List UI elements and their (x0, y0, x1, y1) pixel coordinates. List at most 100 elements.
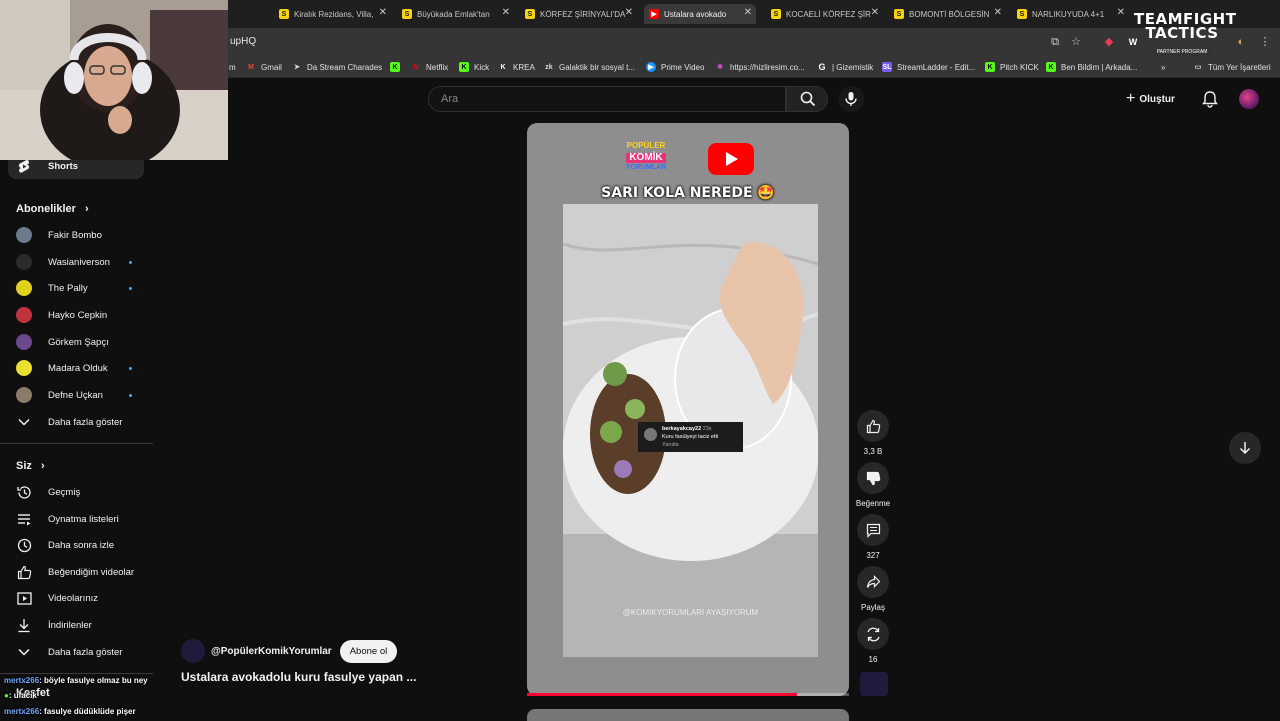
bookmark-item[interactable]: K (390, 60, 405, 74)
sidebar-item-label: Oynatma listeleri (48, 513, 119, 525)
dislike-button[interactable]: Beğenme (849, 462, 897, 508)
like-button[interactable]: 3,3 B (857, 410, 889, 456)
bookmark-item[interactable]: SL StreamLadder - Edit... (882, 60, 975, 74)
voice-search-button[interactable] (838, 86, 864, 112)
sidebar-item-channel[interactable]: Defne Uçkan (8, 382, 144, 408)
sidebar-item-playlists[interactable]: Oynatma listeleri (8, 506, 144, 532)
comments-button[interactable]: 327 (857, 514, 889, 560)
account-avatar[interactable] (1239, 89, 1259, 109)
close-icon[interactable]: ✕ (502, 7, 510, 18)
short-title[interactable]: Ustalara avokadolu kuru fasulye yapan ..… (181, 670, 416, 684)
all-bookmarks-folder[interactable]: ▭ Tüm Yer İşaretleri (1193, 60, 1271, 74)
sidebar-item-history[interactable]: Geçmiş (8, 479, 144, 505)
shorts-icon (16, 158, 32, 174)
bookmark-item[interactable]: N Netflix (411, 60, 448, 74)
bookmark-star-icon[interactable]: ☆ (1068, 34, 1084, 50)
chevron-right-icon: › (84, 203, 89, 215)
extension-icon[interactable]: ◆ (1101, 34, 1117, 50)
you-heading[interactable]: Siz › (16, 460, 45, 472)
bookmark-item[interactable]: K Ben Bildim | Arkada... (1046, 60, 1137, 74)
sidebar-item-watch-later[interactable]: Daha sonra izle (8, 532, 144, 558)
channel-name[interactable]: @PopülerKomikYorumlar (211, 646, 332, 657)
subscriptions-heading[interactable]: Abonelikler › (16, 203, 89, 215)
browser-tab[interactable]: S Kiralık Rezidans, Villa, ✕ (279, 4, 387, 24)
browser-tab[interactable]: S NARLIKUYUDA 4+1 ✕ (1017, 4, 1125, 24)
next-short-button[interactable] (1229, 432, 1261, 464)
show-more-you-button[interactable]: Daha fazla göster (8, 639, 144, 665)
close-icon[interactable]: ✕ (871, 7, 879, 18)
bookmark-item[interactable]: ➤ Da Stream Charades (292, 60, 382, 74)
bookmark-item[interactable]: K Kick (459, 60, 489, 74)
close-icon[interactable]: ✕ (625, 7, 633, 18)
profile-icon[interactable]: ◐ (1233, 34, 1249, 50)
channel-avatar[interactable] (181, 639, 205, 663)
tab-label: BOMONTİ BÖLGESİN (909, 9, 990, 19)
browser-tab-active[interactable]: ▶ Ustalara avokado ✕ (644, 4, 756, 24)
popular-funny-comments-logo: POPÜLER KOMİK YORUMLAR (617, 141, 675, 175)
kebab-menu-icon[interactable]: ⋮ (1257, 34, 1273, 50)
search-button[interactable] (786, 86, 828, 112)
teamfight-tactics-badge: TEAMFIGHT TACTICS PARTNER PROGRAM (1134, 12, 1236, 58)
url-text[interactable]: upHQ (230, 36, 256, 47)
channel-name: Hayko Cepkin (48, 309, 108, 321)
browser-tab[interactable]: S BOMONTİ BÖLGESİN ✕ (894, 4, 1002, 24)
bookmark-item[interactable]: K Pitch KICK (985, 60, 1039, 74)
sidebar-item-channel[interactable]: Wasianiverson (8, 249, 144, 275)
channel-name: Defne Uçkan (48, 389, 103, 401)
search-input[interactable]: Ara (428, 86, 786, 112)
history-icon (16, 484, 32, 500)
notifications-button[interactable] (1202, 90, 1218, 113)
sidebar-item-label: Daha fazla göster (48, 416, 123, 428)
browser-tab[interactable]: S Büyükada Emlak'tan ✕ (402, 4, 510, 24)
your-videos-icon (16, 590, 32, 606)
sidebar-item-label: Geçmiş (48, 486, 81, 498)
browser-tab[interactable]: S KOCAELİ KÖRFEZ ŞİR ✕ (771, 4, 879, 24)
sidebar-item-downloads[interactable]: İndirilenler (8, 612, 144, 638)
show-more-subscriptions-button[interactable]: Daha fazla göster (8, 409, 144, 435)
shorts-video-player[interactable]: POPÜLER KOMİK YORUMLAR SARI KOLA NEREDE … (527, 123, 849, 696)
bookmark-item[interactable]: ✱ https://hizliresim.co... (715, 60, 805, 74)
sidebar-item-channel[interactable]: Madara Olduk (8, 355, 144, 381)
create-button[interactable]: + Oluştur (1126, 88, 1175, 110)
bookmark-label: KREA (513, 62, 535, 72)
brand-line: YORUMLAR (625, 164, 667, 171)
sound-thumbnail[interactable] (860, 672, 888, 696)
close-icon[interactable]: ✕ (379, 7, 387, 18)
comment-time: 23s (702, 426, 712, 432)
close-icon[interactable]: ✕ (994, 7, 1002, 18)
chat-text: : fasulye düdüklüde pişer (39, 707, 136, 716)
browser-tab[interactable]: S KÖRFEZ ŞİRİNYALI'DA ✕ (525, 4, 633, 24)
bookmark-item[interactable]: G | Gizemistik (817, 60, 873, 74)
chevron-down-icon (16, 644, 32, 660)
tab-label: Ustalara avokado (664, 9, 727, 19)
youtube-logo-icon (708, 143, 754, 175)
install-app-icon[interactable]: ⧉ (1047, 34, 1063, 50)
bookmark-item[interactable]: ▶ Prime Video (646, 60, 704, 74)
bookmark-item[interactable]: M Gmail (246, 60, 282, 74)
close-icon[interactable]: ✕ (1117, 7, 1125, 18)
bookmark-item[interactable]: zk Galaktik bir sosyal t... (544, 60, 635, 74)
sidebar-item-channel[interactable]: Hayko Cepkin (8, 302, 144, 328)
chevron-right-icon: » (1161, 62, 1166, 72)
bookmark-item[interactable]: K KREA (498, 60, 535, 74)
webcam-overlay (0, 0, 228, 160)
sidebar-item-channel[interactable]: Görkem Şapçı (8, 329, 144, 355)
bookmarks-overflow-button[interactable]: » (1161, 60, 1165, 74)
subscribe-button[interactable]: Abone ol (339, 639, 398, 663)
remix-button[interactable]: 16 (857, 618, 889, 664)
channel-name: Wasianiverson (48, 256, 110, 268)
you-heading-label: Siz (16, 460, 32, 472)
sidebar-item-liked-videos[interactable]: Beğendiğim videolar (8, 559, 144, 585)
sidebar-item-channel[interactable]: Fakir Bombo (8, 222, 144, 248)
google-icon: G (818, 62, 826, 72)
hizliresim-icon: ✱ (717, 64, 723, 71)
share-button[interactable]: Paylaş (857, 566, 889, 612)
close-icon[interactable]: ✕ (744, 7, 752, 18)
sidebar-item-channel[interactable]: The Pally (8, 275, 144, 301)
sidebar-item-label: Daha sonra izle (48, 539, 115, 551)
comment-user: berkayakcay22 (662, 426, 702, 432)
video-progress-bar[interactable] (527, 693, 849, 696)
next-short-preview[interactable] (527, 709, 849, 721)
bookmark-item[interactable]: m (229, 60, 236, 74)
sidebar-item-your-videos[interactable]: Videolarınız (8, 585, 144, 611)
